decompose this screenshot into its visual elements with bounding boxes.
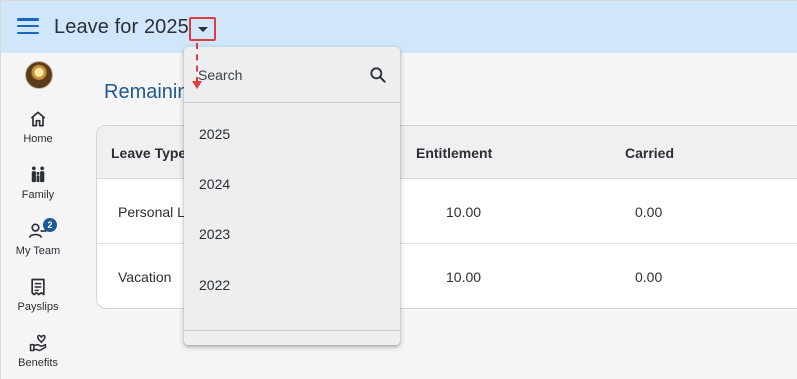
year-option-label: 2023 <box>199 226 231 242</box>
avatar[interactable] <box>25 61 53 89</box>
team-count-badge: 2 <box>43 218 57 232</box>
cell-entitlement: 10.00 <box>446 204 482 220</box>
top-app-bar: Leave for 2025 <box>1 1 797 53</box>
header-leave-type[interactable]: Leave Type <box>111 145 186 161</box>
nav-item-family[interactable]: Family <box>1 165 75 201</box>
nav-label-family: Family <box>21 189 55 201</box>
family-icon <box>31 166 45 183</box>
year-dropdown-button[interactable] <box>189 17 216 41</box>
year-option[interactable]: 2024 <box>184 160 400 210</box>
nav-item-my-team[interactable]: 2 My Team <box>1 218 75 257</box>
search-icon[interactable] <box>368 65 388 85</box>
payslip-icon <box>31 278 45 296</box>
nav-label-payslips: Payslips <box>17 301 59 313</box>
dropdown-search <box>184 47 400 103</box>
hamburger-menu-icon[interactable] <box>17 18 39 36</box>
nav-item-home[interactable]: Home <box>1 109 75 145</box>
nav-label-benefits: Benefits <box>18 357 58 369</box>
benefits-icon <box>29 334 47 352</box>
app-window: Leave for 2025 Home Family 2 My Team Pay… <box>0 0 797 379</box>
year-option-label: 2022 <box>199 277 231 293</box>
year-dropdown-menu: 2025 2024 2023 2022 <box>184 47 400 345</box>
annotation-arrow-line <box>196 43 198 83</box>
page-title: Leave for 2025 <box>54 16 189 38</box>
nav-label-home: Home <box>23 133 53 145</box>
caret-down-icon <box>198 27 208 32</box>
nav-rail: Home Family 2 My Team Payslips Benefits <box>1 53 75 379</box>
cell-carried: 0.00 <box>635 269 663 285</box>
year-option[interactable]: 2023 <box>184 210 400 260</box>
year-option-label: 2024 <box>199 176 231 192</box>
nav-item-benefits[interactable]: Benefits <box>1 333 75 369</box>
cell-leave-type: Vacation <box>118 269 172 285</box>
annotation-arrow-head-icon <box>192 81 202 89</box>
header-carried[interactable]: Carried <box>625 145 674 161</box>
year-option-label: 2025 <box>199 126 231 142</box>
year-search-input[interactable] <box>198 65 358 85</box>
nav-label-my-team: My Team <box>15 245 61 257</box>
home-icon <box>30 111 46 127</box>
dropdown-divider <box>184 330 400 331</box>
cell-carried: 0.00 <box>635 204 663 220</box>
nav-item-payslips[interactable]: Payslips <box>1 277 75 313</box>
year-option[interactable]: 2022 <box>184 261 400 311</box>
cell-entitlement: 10.00 <box>446 269 482 285</box>
header-entitlement[interactable]: Entitlement <box>416 145 492 161</box>
year-option[interactable]: 2025 <box>184 110 400 160</box>
